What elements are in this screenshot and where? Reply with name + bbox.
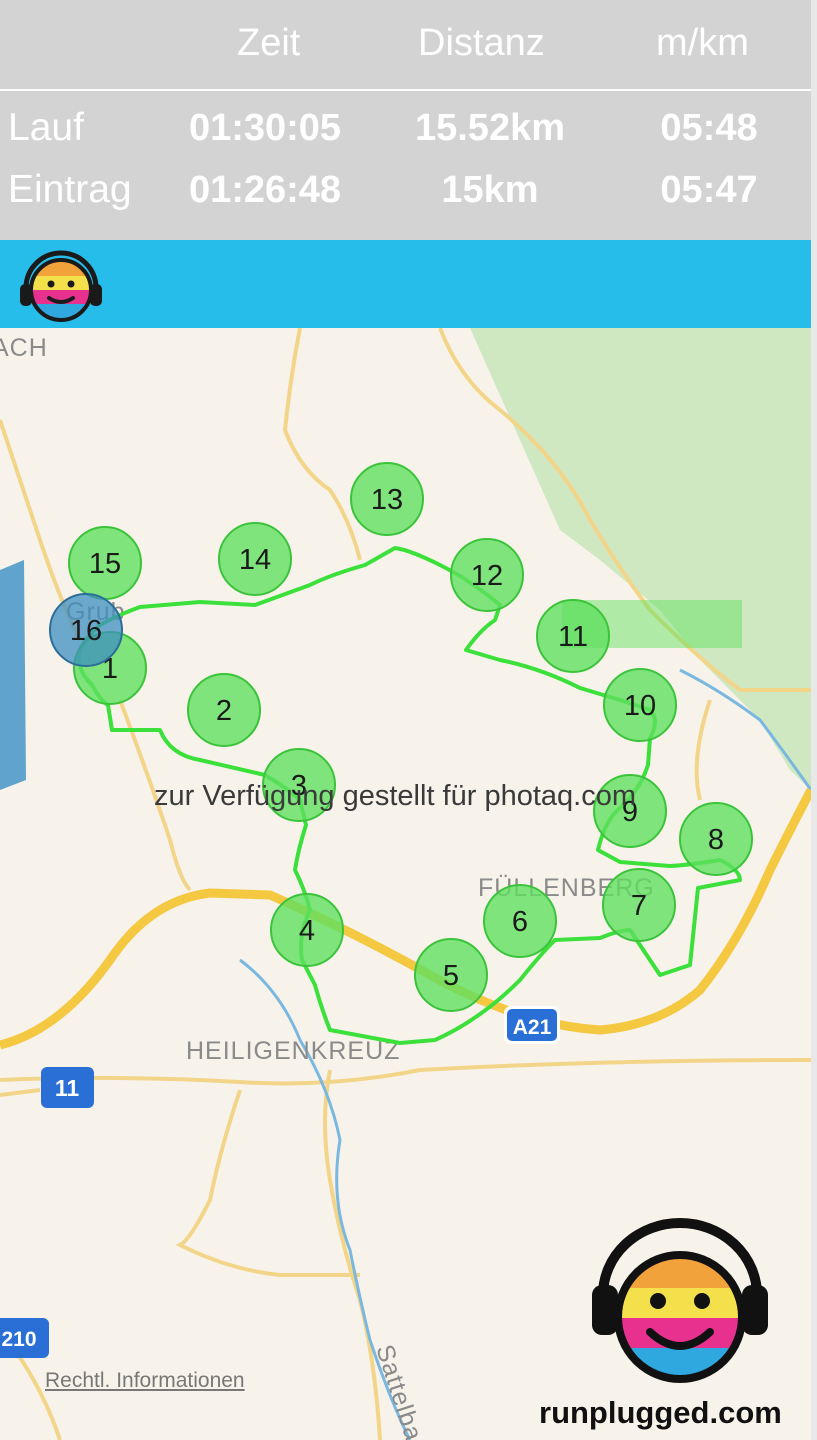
smiley-headphones-icon[interactable] [16, 244, 106, 328]
legal-info-link[interactable]: Rechtl. Informationen [45, 1369, 245, 1393]
svg-text:4: 4 [299, 915, 315, 947]
scroll-edge [811, 0, 817, 1440]
svg-text:16: 16 [70, 615, 102, 647]
km-marker[interactable]: 5 [414, 938, 488, 1012]
entry-time: 01:26:48 [188, 169, 342, 211]
run-pace: 05:48 [660, 107, 758, 149]
shield-11: 11 [41, 1067, 94, 1108]
km-marker[interactable]: 6 [483, 884, 557, 958]
svg-text:A21: A21 [513, 1016, 552, 1039]
km-marker[interactable]: 12 [450, 538, 524, 612]
svg-text:8: 8 [708, 824, 724, 856]
brand-text: runplugged.com [539, 1395, 782, 1430]
current-position-marker[interactable]: 16 [49, 593, 123, 667]
shield-210: 210 [0, 1318, 49, 1358]
km-marker[interactable]: 7 [602, 868, 676, 942]
km-marker[interactable]: 10 [603, 668, 677, 742]
place-label-ach: ACH [0, 334, 48, 362]
lake-edge [0, 560, 26, 790]
svg-text:11: 11 [55, 1075, 80, 1101]
row-label-entry: Eintrag [8, 168, 132, 211]
svg-text:6: 6 [512, 906, 528, 938]
row-label-run: Lauf [8, 106, 84, 149]
header-time: Zeit [237, 22, 301, 64]
km-marker[interactable]: 4 [270, 893, 344, 967]
km-marker[interactable]: 15 [68, 526, 142, 600]
svg-text:11: 11 [558, 621, 588, 653]
svg-text:13: 13 [371, 484, 403, 516]
shield-a21: A21 [504, 1006, 560, 1044]
svg-text:2: 2 [216, 695, 232, 727]
header-distance: Distanz [418, 22, 545, 64]
entry-distance: 15km [441, 169, 539, 211]
run-distance: 15.52km [414, 107, 565, 149]
entry-pace: 05:47 [660, 169, 758, 211]
svg-text:7: 7 [631, 890, 647, 922]
svg-text:210: 210 [1, 1328, 36, 1351]
km-marker[interactable]: 13 [350, 462, 424, 536]
km-marker[interactable]: 8 [679, 802, 753, 876]
place-label-heiligenkreuz: HEILIGENKREUZ [186, 1037, 400, 1065]
km-marker[interactable]: 11 [536, 599, 610, 673]
svg-text:5: 5 [443, 960, 459, 992]
stats-panel: Zeit Distanz m/km Lauf 01:30:05 15.52km … [0, 0, 811, 240]
watermark-text: zur Verfügung gestellt für photaq.com [153, 780, 636, 812]
stats-divider [0, 89, 811, 91]
route-map[interactable]: ACH Grub FÜLLENBERG HEILIGENKREUZ Sattel… [0, 328, 811, 1440]
svg-text:10: 10 [624, 690, 656, 722]
svg-text:12: 12 [471, 560, 503, 592]
header-pace: m/km [656, 22, 749, 64]
run-time: 01:30:05 [188, 107, 342, 149]
km-marker[interactable]: 14 [218, 522, 292, 596]
km-marker[interactable]: 2 [187, 673, 261, 747]
app-banner [0, 240, 811, 328]
svg-text:15: 15 [89, 548, 121, 580]
svg-text:14: 14 [239, 544, 271, 576]
